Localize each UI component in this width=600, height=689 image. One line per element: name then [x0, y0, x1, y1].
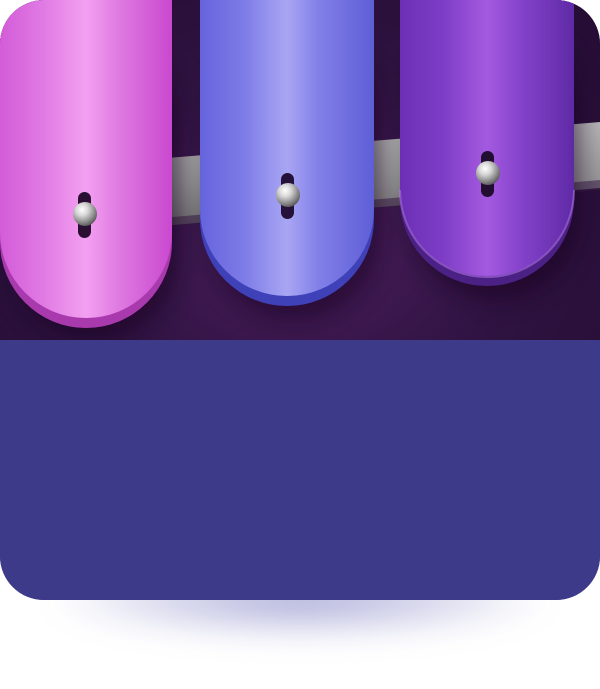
silver-pin-icon	[276, 183, 300, 207]
app-card[interactable]	[0, 0, 600, 600]
card-footer	[0, 340, 600, 600]
silver-pin-icon	[73, 202, 97, 226]
pink-bar[interactable]	[0, 0, 172, 328]
glockenspiel-artwork	[0, 0, 600, 340]
silver-pin-icon	[476, 161, 500, 185]
violet-bar[interactable]	[399, 0, 575, 286]
glockenspiel-svg	[0, 0, 600, 340]
blue-bar[interactable]	[200, 0, 374, 306]
